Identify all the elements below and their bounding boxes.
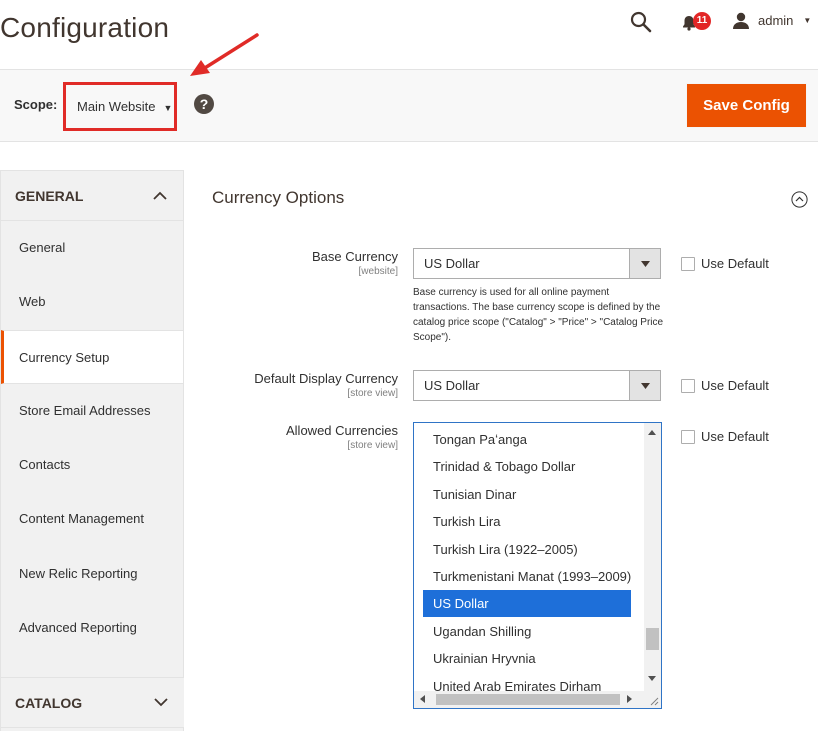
currency-option[interactable]: Tunisian Dinar: [423, 481, 631, 508]
chevron-down-icon: ▼: [803, 16, 812, 25]
sidebar-item-currency-setup[interactable]: Currency Setup: [1, 329, 183, 384]
sidebar-item-contacts[interactable]: Contacts: [1, 438, 183, 492]
select-value: US Dollar: [424, 256, 480, 271]
sidebar-item-advanced-reporting[interactable]: Advanced Reporting: [1, 601, 183, 655]
chevron-down-icon: ▼: [163, 102, 173, 113]
allowed-currencies-use-default[interactable]: Use Default: [681, 429, 769, 444]
select-toggle[interactable]: [629, 249, 660, 278]
section-title: GENERAL: [15, 187, 84, 204]
display-currency-select[interactable]: US Dollar: [413, 370, 661, 401]
use-default-label: Use Default: [701, 256, 769, 271]
select-toggle[interactable]: [629, 371, 660, 400]
sidebar-section-general[interactable]: GENERAL: [1, 170, 183, 221]
currency-option[interactable]: Ugandan Shilling: [423, 618, 631, 645]
field-scope: [website]: [358, 266, 398, 277]
allowed-currencies-multiselect[interactable]: Tongan Paʻanga Trinidad & Tobago Dollar Tu…: [413, 422, 662, 709]
base-currency-use-default[interactable]: Use Default: [681, 256, 769, 271]
notifications-button[interactable]: 11: [682, 12, 712, 34]
scope-value: Main Website: [77, 99, 156, 114]
currency-option[interactable]: US Dollar: [423, 590, 631, 618]
resize-handle-icon[interactable]: [649, 696, 659, 706]
currency-option[interactable]: Turkmenistani Manat (1993–2009): [423, 563, 631, 590]
scroll-down-icon[interactable]: [648, 676, 656, 681]
triangle-down-icon: [640, 382, 650, 389]
currency-option[interactable]: Turkish Lira (1922–2005): [423, 536, 631, 563]
config-sidebar: GENERAL General Web Currency Setup Store Em…: [0, 170, 184, 731]
search-icon[interactable]: [630, 11, 652, 33]
scroll-up-icon[interactable]: [648, 430, 656, 435]
use-default-label: Use Default: [701, 429, 769, 444]
currency-option[interactable]: Trinidad & Tobago Dollar: [423, 453, 631, 480]
display-currency-label: Default Display Currency [store view]: [254, 371, 398, 399]
scope-switcher[interactable]: Main Website ▼: [63, 82, 177, 131]
select-value: US Dollar: [424, 378, 480, 393]
field-scope: [store view]: [347, 388, 398, 399]
sidebar-item-store-email-addresses[interactable]: Store Email Addresses: [1, 384, 183, 438]
sidebar-section-catalog[interactable]: CATALOG: [1, 677, 184, 728]
base-currency-label: Base Currency [website]: [312, 249, 398, 277]
annotation-arrow-icon: [190, 33, 259, 76]
currency-option[interactable]: Turkish Lira: [423, 508, 631, 535]
chevron-up-icon: [153, 191, 167, 200]
scrollbar-thumb[interactable]: [436, 694, 620, 705]
base-currency-select[interactable]: US Dollar: [413, 248, 661, 279]
field-label-text: Allowed Currencies: [286, 423, 398, 438]
base-currency-note: Base currency is used for all online pay…: [413, 287, 664, 343]
page-title: Configuration: [0, 12, 170, 43]
currency-option[interactable]: Ukrainian Hryvnia: [423, 645, 631, 672]
horizontal-scrollbar[interactable]: [414, 691, 661, 708]
use-default-checkbox[interactable]: [681, 429, 695, 444]
chevron-down-icon: [154, 698, 168, 707]
sidebar-item-web[interactable]: Web: [1, 275, 183, 329]
field-label-text: Base Currency: [312, 249, 398, 264]
scrollbar-thumb[interactable]: [646, 628, 659, 650]
triangle-down-icon: [640, 260, 650, 267]
display-currency-use-default[interactable]: Use Default: [681, 378, 769, 393]
scroll-left-icon[interactable]: [420, 695, 425, 703]
currency-option[interactable]: Tongan Paʻanga: [423, 426, 631, 453]
use-default-checkbox[interactable]: [681, 378, 695, 393]
field-label-text: Default Display Currency: [254, 371, 398, 386]
scope-bar: Scope: Main Website ▼ ? Save Config: [0, 69, 818, 142]
notification-badge: 11: [693, 12, 711, 30]
scope-label: Scope:: [14, 97, 58, 112]
allowed-currencies-label: Allowed Currencies [store view]: [286, 423, 398, 451]
user-icon: [733, 12, 749, 29]
field-scope: [store view]: [347, 440, 398, 451]
sidebar-item-new-relic-reporting[interactable]: New Relic Reporting: [1, 547, 183, 601]
user-name: admin: [758, 13, 794, 28]
vertical-scrollbar[interactable]: [644, 423, 661, 692]
user-menu[interactable]: admin ▼: [732, 12, 811, 29]
section-title: CATALOG: [15, 694, 83, 711]
collapse-icon[interactable]: [791, 191, 808, 208]
sidebar-item-general[interactable]: General: [1, 221, 183, 275]
section-title[interactable]: Currency Options: [212, 188, 344, 208]
scroll-right-icon[interactable]: [627, 695, 632, 703]
sidebar-items: General Web Currency Setup Store Email Addr…: [1, 221, 183, 656]
sidebar-item-content-management[interactable]: Content Management: [1, 492, 183, 546]
save-config-button[interactable]: Save Config: [687, 84, 806, 127]
help-icon[interactable]: ?: [194, 94, 214, 114]
use-default-checkbox[interactable]: [681, 256, 695, 271]
use-default-label: Use Default: [701, 378, 769, 393]
